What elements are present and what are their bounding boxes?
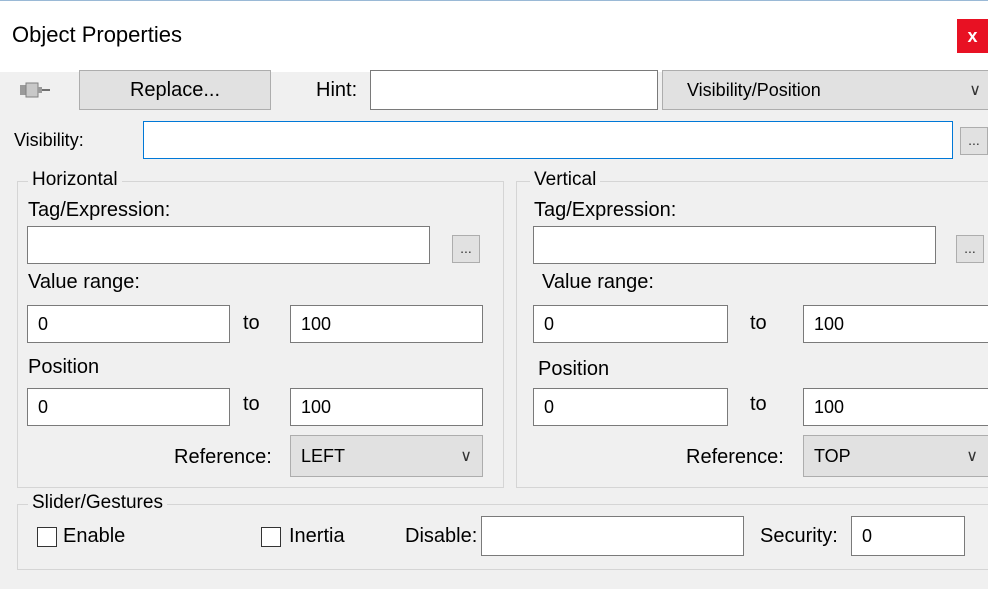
close-button[interactable]: x — [957, 19, 988, 53]
slider-group-title: Slider/Gestures — [28, 492, 167, 514]
horizontal-tag-browse-button[interactable]: ... — [452, 235, 480, 263]
chevron-down-icon: ∨ — [969, 82, 981, 99]
chevron-down-icon: ∨ — [966, 448, 978, 465]
horizontal-reference-value: LEFT — [301, 445, 346, 466]
disable-input[interactable] — [481, 516, 744, 556]
vertical-pos-to-label: to — [750, 393, 767, 415]
horizontal-group-title: Horizontal — [28, 169, 122, 191]
vertical-tag-label: Tag/Expression: — [534, 199, 677, 221]
vertical-range-to-input[interactable]: 100 — [803, 305, 988, 343]
mode-select[interactable]: Visibility/Position ∨ — [662, 70, 988, 110]
vertical-reference-value: TOP — [814, 445, 851, 466]
visibility-label: Visibility: — [14, 130, 84, 150]
hint-input[interactable] — [370, 70, 658, 110]
vertical-group-title: Vertical — [530, 169, 601, 191]
horizontal-range-to-input[interactable]: 100 — [290, 305, 483, 343]
vertical-value-range-label: Value range: — [542, 271, 654, 293]
vertical-range-from-input[interactable]: 0 — [533, 305, 728, 343]
vertical-pos-from-input[interactable]: 0 — [533, 388, 728, 426]
security-input[interactable]: 0 — [851, 516, 965, 556]
horizontal-reference-label: Reference: — [174, 446, 272, 468]
enable-label: Enable — [63, 525, 126, 547]
horizontal-range-from-input[interactable]: 0 — [27, 305, 230, 343]
visibility-browse-button[interactable]: ... — [960, 127, 988, 155]
horizontal-tag-input[interactable] — [27, 226, 430, 264]
vertical-tag-browse-button[interactable]: ... — [956, 235, 984, 263]
vertical-position-label: Position — [538, 358, 610, 380]
horizontal-tag-label: Tag/Expression: — [28, 199, 171, 221]
vertical-range-to-label: to — [750, 312, 767, 334]
horizontal-value-range-label: Value range: — [28, 271, 140, 293]
horizontal-position-label: Position — [28, 356, 100, 378]
horizontal-reference-select[interactable]: LEFT ∨ — [290, 435, 483, 477]
horizontal-range-to-label: to — [243, 312, 260, 334]
hint-label: Hint: — [316, 79, 358, 101]
vertical-tag-input[interactable] — [533, 226, 936, 264]
window-title: Object Properties — [12, 22, 182, 47]
horizontal-pos-from-input[interactable]: 0 — [27, 388, 230, 426]
replace-button[interactable]: Replace... — [79, 70, 271, 110]
horizontal-pos-to-input[interactable]: 100 — [290, 388, 483, 426]
disable-label: Disable: — [405, 525, 478, 547]
visibility-input[interactable] — [143, 121, 953, 159]
inertia-checkbox[interactable] — [261, 527, 281, 547]
vertical-pos-to-input[interactable]: 100 — [803, 388, 988, 426]
chevron-down-icon: ∨ — [460, 448, 472, 465]
mode-select-value: Visibility/Position — [687, 79, 821, 100]
security-label: Security: — [760, 525, 838, 547]
pushpin-icon[interactable] — [10, 70, 54, 110]
enable-checkbox[interactable] — [37, 527, 57, 547]
horizontal-pos-to-label: to — [243, 393, 260, 415]
inertia-label: Inertia — [289, 525, 345, 547]
vertical-reference-select[interactable]: TOP ∨ — [803, 435, 988, 477]
vertical-reference-label: Reference: — [686, 446, 784, 468]
